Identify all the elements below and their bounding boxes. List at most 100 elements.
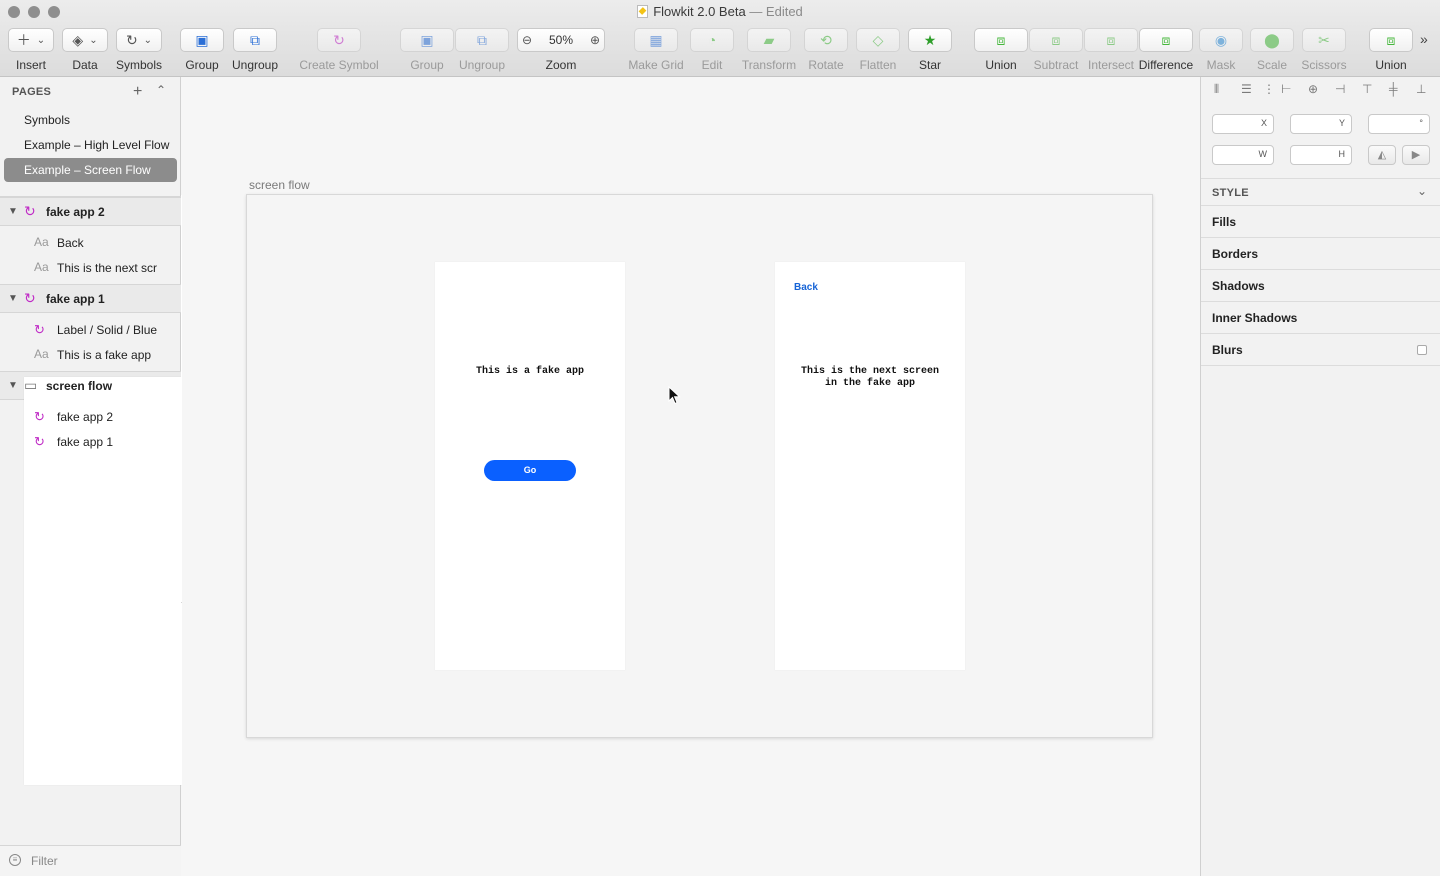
layer-group-name: fake app 1 [46,292,105,306]
scale-button[interactable]: ⬤ [1250,28,1294,52]
layer-item[interactable]: ↻ Label / Solid / Blue [0,317,181,342]
inner-shadows-row[interactable]: Inner Shadows [1201,302,1440,334]
page-item-symbols[interactable]: Symbols [4,108,177,132]
zoom-value[interactable]: 50% [549,33,573,47]
group-button[interactable]: ▣ [180,28,224,52]
toolbar-star[interactable]: ★ Star [908,28,952,74]
transform-button[interactable]: ▰ [747,28,791,52]
scissors-icon: ✂ [1318,32,1330,48]
disclosure-triangle-icon[interactable]: ▼ [8,380,18,391]
fills-row[interactable]: Fills [1201,206,1440,238]
scale-icon: ⬤ [1264,32,1280,48]
shadows-row[interactable]: Shadows [1201,270,1440,302]
zoom-out-icon[interactable]: ⊖ [522,34,532,46]
collapse-pages-icon[interactable]: ⌃ [156,83,166,97]
subtract-icon: ⧈ [1051,32,1061,48]
filter-input[interactable]: Filter [31,854,58,868]
toolbar-create-symbol[interactable]: ↻ Create Symbol [299,28,379,74]
layer-name: fake app 2 [57,410,114,424]
ungroup-button-2[interactable]: ⧉ [455,28,509,52]
chevrons-right-icon[interactable]: » [1420,31,1428,47]
mask-button[interactable]: ◉ [1199,28,1243,52]
toolbar-symbols[interactable]: ↻ ⌄ Symbols [116,28,162,74]
artboard-screen-flow[interactable]: This is a fake app Go Back This is the n… [246,194,1153,738]
layer-item[interactable]: Aa Back [0,230,181,255]
layer-group-fake-app-2[interactable]: ▼ ↻ fake app 2 [0,197,181,226]
layer-item[interactable]: Aa This is the next scr [0,255,181,280]
distribute-horizontal-icon[interactable]: ⫴ [1214,82,1219,97]
align-bottom-icon[interactable]: ⊥ [1416,82,1426,96]
screen2-text-line1: This is the next screen [800,366,940,377]
rotate-button[interactable]: ⟲ [804,28,848,52]
group-button-2[interactable]: ▣ [400,28,454,52]
borders-label: Borders [1212,247,1259,261]
back-link[interactable]: Back [794,282,818,293]
fake-app-2-screen[interactable]: Back This is the next screen in the fake… [775,262,965,670]
blurs-checkbox[interactable] [1417,345,1427,355]
ungroup-icon: ⧉ [477,32,487,48]
zoom-in-icon[interactable]: ⊕ [590,34,600,46]
align-middle-vertical-icon[interactable]: ╪ [1389,82,1398,96]
artboard-label[interactable]: screen flow [249,178,310,192]
distribute-vertical-icon[interactable]: ☰ [1241,82,1252,96]
align-center-horizontal-icon[interactable]: ⊕ [1308,82,1318,96]
flatten-button[interactable]: ◇ [856,28,900,52]
toolbar-scissors[interactable]: ✂ Scissors [1301,28,1347,74]
flip-vertical-icon[interactable]: ▶ [1402,145,1430,165]
borders-row[interactable]: Borders [1201,238,1440,270]
data-button[interactable]: ◈ ⌄ [62,28,108,52]
y-field[interactable]: Y [1290,114,1352,134]
toolbar-union-2[interactable]: ⧈ Union [1369,28,1413,74]
layer-item[interactable]: Aa This is a fake app [0,342,181,367]
layer-item[interactable]: ↻ fake app 1 [0,429,181,454]
flip-horizontal-icon[interactable]: ◭ [1368,145,1396,165]
star-icon: ★ [923,32,937,48]
add-page-icon[interactable]: + [133,83,142,101]
fake-app-1-screen[interactable]: This is a fake app Go [435,262,625,670]
subtract-button[interactable]: ⧈ [1029,28,1083,52]
inner-shadows-label: Inner Shadows [1212,311,1298,325]
width-field[interactable]: W [1212,145,1274,165]
symbols-button[interactable]: ↻ ⌄ [116,28,162,52]
ungroup-button[interactable]: ⧉ [233,28,277,52]
text-icon: Aa [34,260,49,274]
inspector-panel: ⫴ ☰ ⋮ ⊢ ⊕ ⊣ ⊤ ╪ ⊥ X Y ° W H ◭ ▶ STYLE ⌄ … [1200,77,1440,876]
go-button[interactable]: Go [484,460,576,481]
layer-group-screen-flow[interactable]: ▼ ▭ screen flow [0,371,214,785]
make-grid-button[interactable]: ▦ [634,28,678,52]
toolbar-label: Ungroup [231,58,279,72]
union-button[interactable]: ⧈ [974,28,1028,52]
scissors-button[interactable]: ✂ [1302,28,1346,52]
plus-icon: ＋ [16,32,31,48]
blurs-row[interactable]: Blurs [1201,334,1440,366]
group-icon: ▣ [420,32,434,48]
edit-button[interactable]: ◔ [690,28,734,52]
style-section-header[interactable]: STYLE ⌄ [1201,178,1440,206]
layer-name: This is the next scr [57,261,158,275]
layer-item[interactable]: ↻ fake app 2 [0,404,181,429]
intersect-button[interactable]: ⧈ [1084,28,1138,52]
x-field[interactable]: X [1212,114,1274,134]
create-symbol-button[interactable]: ↻ [317,28,361,52]
layer-group-fake-app-1[interactable]: ▼ ↻ fake app 1 [0,284,181,313]
chevron-down-icon[interactable]: ⌄ [1417,184,1427,198]
layers-stack-icon: ◈ [72,32,84,48]
align-right-icon[interactable]: ⊣ [1335,82,1345,96]
rotation-field[interactable]: ° [1368,114,1430,134]
align-left-icon[interactable]: ⊢ [1281,82,1291,96]
insert-button[interactable]: ＋ ⌄ [8,28,54,52]
align-top-icon[interactable]: ⊤ [1362,82,1372,96]
toolbar-ungroup[interactable]: ⧉ Ungroup [232,28,278,74]
layer-name: Back [57,236,84,250]
disclosure-triangle-icon[interactable]: ▼ [8,206,18,217]
disclosure-triangle-icon[interactable]: ▼ [8,293,18,304]
canvas[interactable]: screen flow This is a fake app Go Back T… [182,78,1200,876]
union-button-2[interactable]: ⧈ [1369,28,1413,52]
star-button[interactable]: ★ [908,28,952,52]
more-options-icon[interactable]: ⋮ [1263,82,1275,96]
height-field[interactable]: H [1290,145,1352,165]
difference-button[interactable]: ⧈ [1139,28,1193,52]
page-item-screen-flow[interactable]: Example – Screen Flow [4,158,177,182]
filter-bar[interactable]: ≡ Filter [0,845,181,876]
page-item-high-level-flow[interactable]: Example – High Level Flow [4,133,177,157]
